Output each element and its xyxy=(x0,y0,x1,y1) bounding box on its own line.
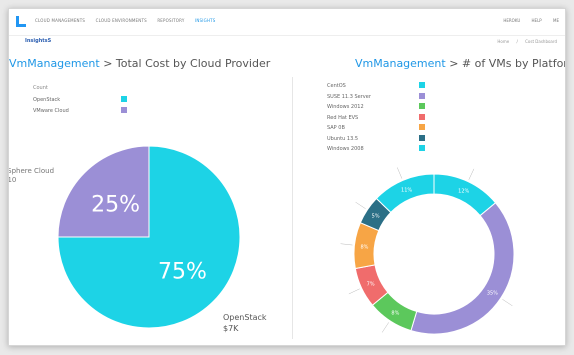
slice-annotation-value: $7K xyxy=(223,324,239,333)
segment-label: 12% xyxy=(458,189,469,195)
slice-annotation-value: $10 xyxy=(9,176,16,184)
pie-slice xyxy=(57,145,150,238)
slice-annotation-name: vSphere Cloud xyxy=(9,167,54,175)
leader-line xyxy=(381,322,389,333)
app-window: CLOUD MANAGEMENTS CLOUD ENVIRONMENTS REP… xyxy=(8,8,566,346)
leader-line xyxy=(348,288,360,295)
slice-annotation-name: OpenStack xyxy=(223,313,267,322)
segment-label: 8% xyxy=(360,244,368,250)
segment-label: 8% xyxy=(391,310,399,316)
slice-label: 25% xyxy=(91,193,140,218)
segment-label: 35% xyxy=(487,291,498,297)
leader-line xyxy=(397,167,403,179)
slice-label: 75% xyxy=(158,259,207,284)
donut-segment xyxy=(410,202,515,335)
leader-line xyxy=(502,299,513,307)
leader-line xyxy=(355,201,366,209)
donut-segment xyxy=(433,173,497,217)
leader-line xyxy=(468,168,475,180)
leader-line xyxy=(340,243,353,246)
segment-label: 7% xyxy=(367,282,375,288)
charts-canvas: 75% 25% OpenStack $7K vSphere Cloud$10 12% 35%… xyxy=(9,145,515,335)
segment-label: 5% xyxy=(372,213,380,219)
segment-label: 11% xyxy=(401,188,412,194)
